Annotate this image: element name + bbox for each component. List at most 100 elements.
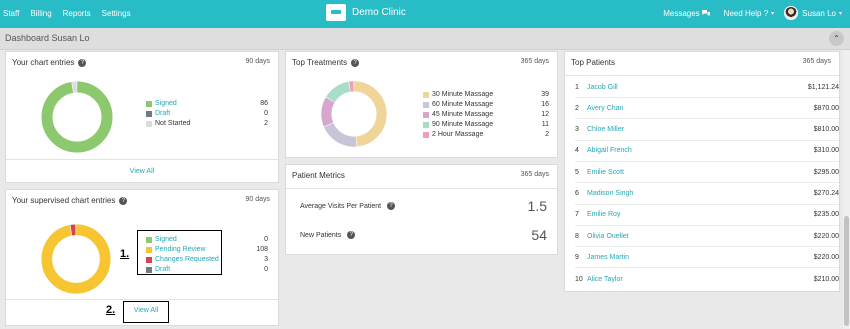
nav-reports[interactable]: Reports: [63, 9, 91, 18]
info-icon[interactable]: ?: [351, 58, 360, 67]
legend-item-signed[interactable]: Signed 86: [146, 99, 268, 109]
card-header: Your chart entries?: [12, 58, 87, 67]
legend-label: 45 Minute Massage: [432, 111, 494, 118]
patient-name-link[interactable]: Chloe Miller: [587, 126, 814, 133]
legend-value: 86: [260, 100, 268, 107]
patient-row: 4 Abigail French $310.00: [575, 141, 839, 162]
patient-name-link[interactable]: Madison Singh: [587, 190, 814, 197]
info-icon[interactable]: ?: [78, 58, 87, 67]
patient-rank: 7: [575, 211, 579, 219]
annotation-box-legend: [137, 230, 222, 275]
patient-rank: 9: [575, 253, 579, 261]
app-brand[interactable]: Demo Clinic: [326, 4, 406, 21]
legend-value: 12: [541, 111, 549, 118]
legend-swatch: [423, 132, 429, 138]
patient-row: 8 Olivia Ouellet $220.00: [575, 226, 839, 248]
metric-value: 54: [531, 227, 547, 243]
annotation-number-2: 2.: [106, 304, 116, 316]
messages-link[interactable]: Messages: [663, 9, 699, 18]
patient-rank: 8: [575, 232, 579, 240]
legend-swatch: [423, 92, 429, 98]
date-range: 365 days: [520, 171, 549, 178]
legend-label: 2 Hour Massage: [432, 131, 484, 138]
divider: [565, 75, 839, 76]
legend-swatch: [146, 101, 152, 107]
page-scrollbar[interactable]: [843, 50, 850, 329]
legend-swatch: [423, 112, 429, 118]
clinic-logo-icon: [326, 4, 346, 21]
patient-name-link[interactable]: Emilie Scott: [587, 169, 814, 176]
card-title: Top Treatments: [292, 58, 348, 67]
card-header: Patient Metrics: [292, 171, 345, 180]
chart-entries-legend: Signed 86 Draft 0 Not Started 2: [146, 99, 268, 129]
legend-label: 90 Minute Massage: [432, 121, 494, 128]
card-title: Your chart entries: [12, 58, 75, 67]
date-range: 90 days: [245, 58, 270, 65]
patient-amount: $1,121.24: [807, 83, 839, 91]
help-link[interactable]: Need Help ?: [724, 9, 768, 18]
patient-row: 5 Emilie Scott $295.00: [575, 162, 839, 184]
date-range: 365 days: [520, 58, 549, 65]
patient-name-link[interactable]: Jacob Gill: [587, 84, 808, 91]
user-menu-caret-icon[interactable]: ▾: [839, 10, 842, 17]
legend-item-draft[interactable]: Draft 0: [146, 109, 268, 119]
nav-settings[interactable]: Settings: [102, 9, 131, 18]
legend-value: 2: [545, 131, 549, 138]
legend-value: 2: [264, 120, 268, 127]
divider: [286, 188, 557, 189]
patient-name-link[interactable]: Avery Chan: [587, 105, 814, 112]
top-treatments-card: Top Treatments? 365 days 30 Minute Massa…: [285, 51, 558, 158]
top-navigation-bar: Staff Billing Reports Settings Demo Clin…: [0, 0, 850, 28]
chat-bubbles-icon[interactable]: [701, 9, 711, 17]
help-caret-icon[interactable]: ▾: [771, 10, 774, 17]
metric-avg-visits: Average Visits Per Patient?: [300, 202, 396, 210]
patient-name-link[interactable]: Abigail French: [587, 147, 814, 154]
legend-value: 11: [541, 121, 549, 128]
topbar-right: Messages Need Help ? ▾ Susan Lo ▾: [663, 6, 842, 20]
patient-amount: $870.00: [813, 104, 839, 112]
info-icon[interactable]: ?: [387, 202, 396, 210]
patient-rank: 10: [575, 275, 583, 283]
legend-value: 3: [264, 256, 268, 263]
legend-label[interactable]: Draft: [155, 109, 170, 119]
legend-swatch: [146, 111, 152, 117]
donut-slice-pending-review[interactable]: [41, 224, 111, 294]
patient-rank: 6: [575, 190, 579, 197]
patient-amount: $270.24: [813, 190, 839, 197]
legend-item-not-started[interactable]: Not Started 2: [146, 119, 268, 129]
patient-row: 2 Avery Chan $870.00: [575, 98, 839, 120]
patient-name-link[interactable]: James Martin: [587, 254, 814, 261]
legend-swatch: [423, 122, 429, 128]
nav-billing[interactable]: Billing: [30, 9, 51, 18]
user-avatar[interactable]: [784, 6, 799, 20]
patient-amount: $220.00: [813, 232, 839, 240]
legend-label: 60 Minute Massage: [432, 101, 494, 108]
patient-name-link[interactable]: Alice Taylor: [587, 276, 814, 283]
legend-value: 0: [264, 236, 268, 243]
legend-item: 30 Minute Massage 39: [423, 90, 549, 100]
date-range: 365 days: [802, 58, 831, 65]
legend-value: 0: [264, 266, 268, 273]
main-nav: Staff Billing Reports Settings: [3, 9, 142, 18]
donut-slice-signed[interactable]: [41, 81, 113, 153]
scrollbar-thumb[interactable]: [844, 216, 849, 326]
card-title: Top Patients: [571, 58, 616, 67]
metric-new-patients: New Patients?: [300, 231, 356, 239]
date-range: 90 days: [245, 196, 270, 203]
collapse-chevron-up-icon[interactable]: ⌃: [829, 31, 844, 46]
patient-row: 10 Alice Taylor $210.00: [575, 269, 839, 290]
legend-value: 39: [541, 91, 549, 98]
info-icon[interactable]: ?: [119, 196, 128, 205]
view-all-link[interactable]: View All: [123, 307, 169, 314]
nav-staff[interactable]: Staff: [3, 9, 19, 18]
legend-value: 108: [256, 246, 268, 253]
patient-name-link[interactable]: Emilie Roy: [587, 211, 814, 218]
info-icon[interactable]: ?: [347, 231, 356, 239]
legend-label[interactable]: Signed: [155, 99, 177, 109]
user-name[interactable]: Susan Lo: [802, 9, 836, 18]
patient-amount: $310.00: [813, 147, 839, 155]
patient-amount: $295.00: [813, 168, 839, 176]
patient-rank: 5: [575, 168, 579, 176]
patient-name-link[interactable]: Olivia Ouellet: [587, 233, 814, 240]
view-all-link[interactable]: View All: [6, 159, 278, 183]
